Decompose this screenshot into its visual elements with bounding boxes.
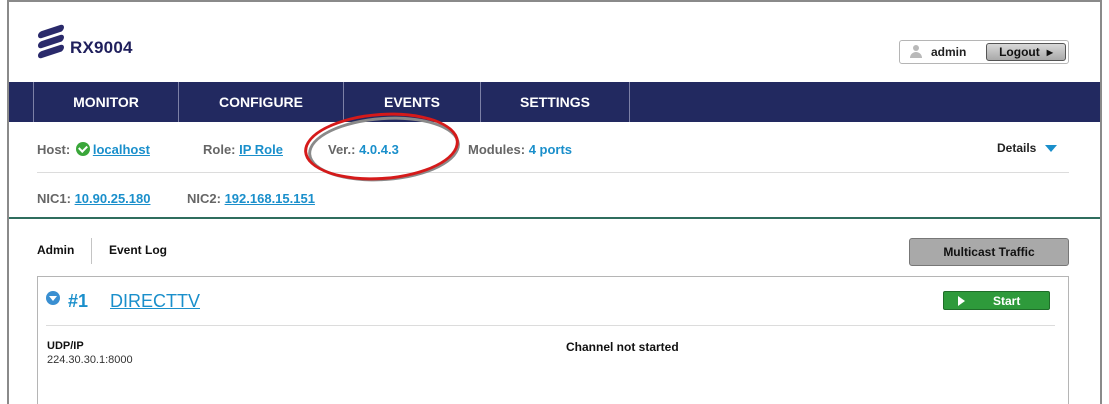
nav-settings-label: SETTINGS <box>519 94 590 110</box>
details-label: Details <box>997 141 1037 155</box>
arrow-right-icon: ▶ <box>1046 47 1053 57</box>
modules-label: Modules: <box>468 142 526 157</box>
main-nav: MONITOR CONFIGURE EVENTS SETTINGS <box>9 82 1100 122</box>
multicast-traffic-button[interactable]: Multicast Traffic <box>909 238 1069 266</box>
nav-events-label: EVENTS <box>383 94 440 110</box>
nav-settings[interactable]: SETTINGS <box>480 82 629 122</box>
protocol-label: UDP/IP <box>47 340 84 352</box>
channel-status: Channel not started <box>566 340 679 354</box>
channel-name-link[interactable]: DIRECTTV <box>110 291 200 312</box>
channel-number: #1 <box>68 291 89 311</box>
nav-configure[interactable]: CONFIGURE <box>178 82 343 122</box>
tab-event-log[interactable]: Event Log <box>109 243 167 257</box>
nic2-link[interactable]: 192.168.15.151 <box>225 191 315 206</box>
logout-label: Logout <box>999 45 1040 59</box>
divider <box>37 172 1069 173</box>
product-name: RX9004 <box>70 38 133 57</box>
host-info: Host: localhost <box>37 142 150 157</box>
tab-admin[interactable]: Admin <box>37 243 74 257</box>
user-box: admin Logout ▶ <box>899 40 1069 64</box>
start-button[interactable]: Start <box>943 291 1050 310</box>
role-info: Role: IP Role <box>203 142 283 157</box>
start-label: Start <box>993 293 1021 308</box>
nav-configure-label: CONFIGURE <box>219 94 303 110</box>
ericsson-logo-icon <box>38 23 66 60</box>
user-name: admin <box>931 45 967 59</box>
nic2-info: NIC2: 192.168.15.151 <box>187 191 315 206</box>
details-toggle[interactable]: Details <box>997 141 1058 155</box>
caret-down-icon <box>1045 144 1058 152</box>
nic1-label: NIC1: <box>37 191 71 206</box>
modules-value: 4 ports <box>528 142 573 157</box>
role-label: Role: <box>203 142 236 157</box>
modules-info: Modules: 4 ports <box>468 142 572 157</box>
role-link[interactable]: IP Role <box>239 142 283 157</box>
channel-address: 224.30.30.1:8000 <box>47 354 133 366</box>
nav-divider <box>629 82 630 122</box>
play-icon <box>958 295 965 306</box>
section-divider <box>9 217 1100 219</box>
host-label: Host: <box>37 142 71 157</box>
nav-monitor[interactable]: MONITOR <box>33 82 178 122</box>
nic1-info: NIC1: 10.90.25.180 <box>37 191 150 206</box>
nav-monitor-label: MONITOR <box>73 94 139 110</box>
panel-divider <box>46 325 1055 326</box>
check-circle-icon <box>75 142 90 156</box>
logout-button[interactable]: Logout ▶ <box>986 43 1066 61</box>
nic1-link[interactable]: 10.90.25.180 <box>75 191 151 206</box>
host-link[interactable]: localhost <box>93 142 150 157</box>
tab-separator <box>91 238 92 264</box>
logo: RX9004 <box>38 23 133 60</box>
nic2-label: NIC2: <box>187 191 221 206</box>
user-icon <box>909 45 923 59</box>
expand-circle-icon[interactable] <box>46 291 60 305</box>
